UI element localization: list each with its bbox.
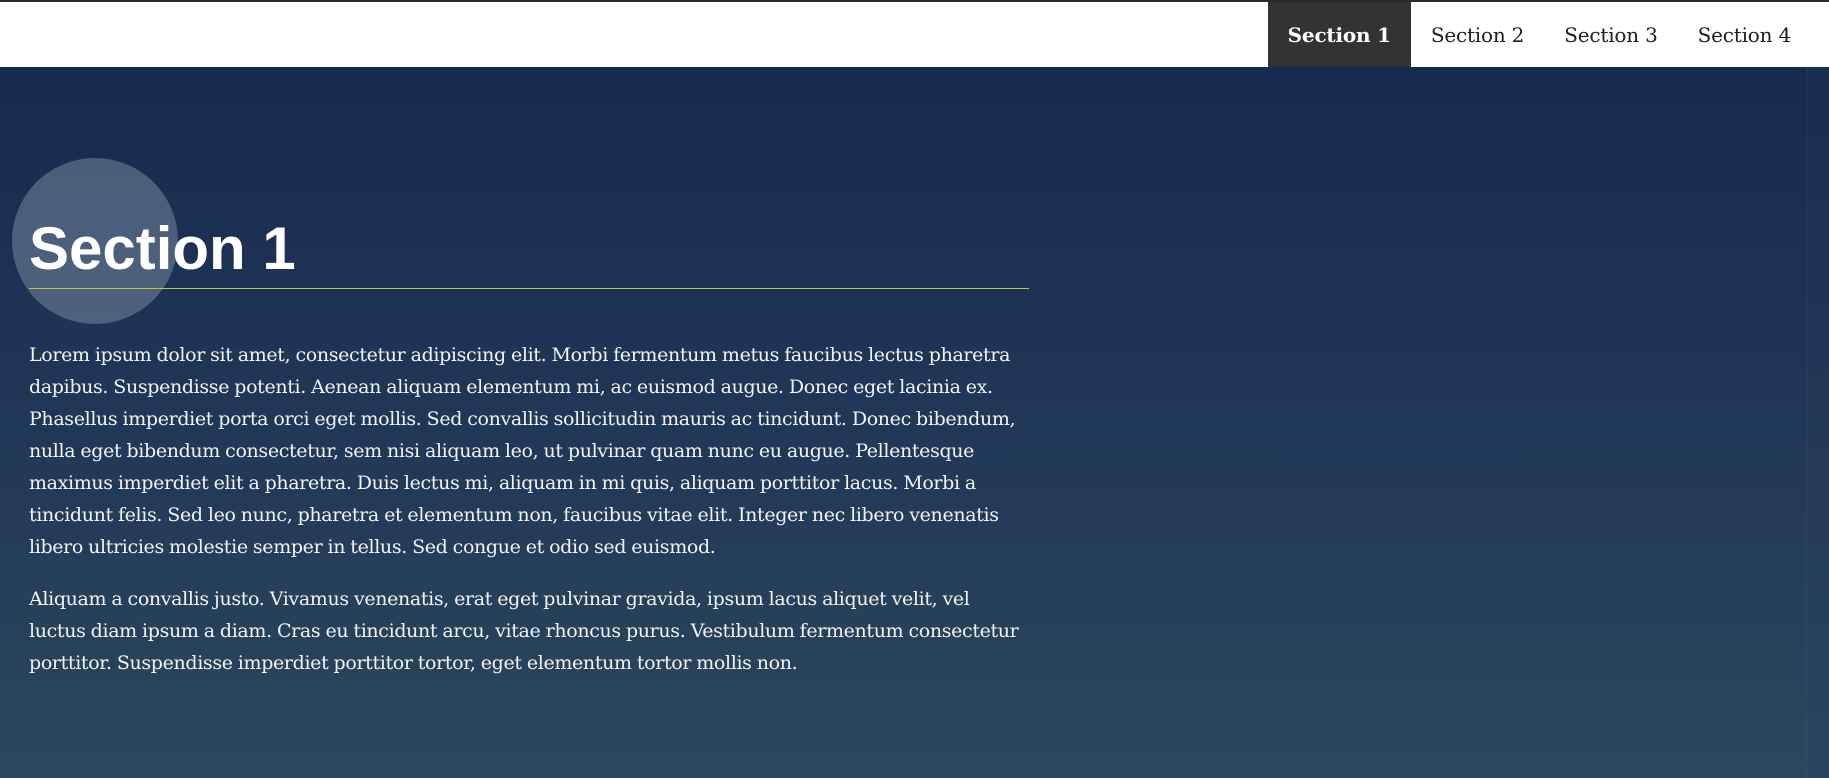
nav-item-section-2[interactable]: Section 2 — [1411, 2, 1544, 67]
nav-item-section-3[interactable]: Section 3 — [1544, 2, 1677, 67]
section-content: Section 1 Lorem ipsum dolor sit amet, co… — [29, 210, 1029, 679]
section-title: Section 1 — [29, 215, 296, 282]
title-underline — [29, 288, 1029, 289]
nav-item-section-1[interactable]: Section 1 — [1267, 2, 1411, 67]
section-paragraph-2: Aliquam a convallis justo. Vivamus venen… — [29, 588, 1019, 674]
top-navigation-bar: Section 1 Section 2 Section 3 Section 4 — [0, 0, 1829, 67]
page: Section 1 Section 2 Section 3 Section 4 … — [0, 0, 1829, 778]
section-paragraph-1: Lorem ipsum dolor sit amet, consectetur … — [29, 344, 1016, 558]
scrollbar-track[interactable] — [1806, 67, 1829, 778]
nav-item-section-4[interactable]: Section 4 — [1678, 2, 1811, 67]
section-nav: Section 1 Section 2 Section 3 Section 4 — [1267, 2, 1811, 67]
